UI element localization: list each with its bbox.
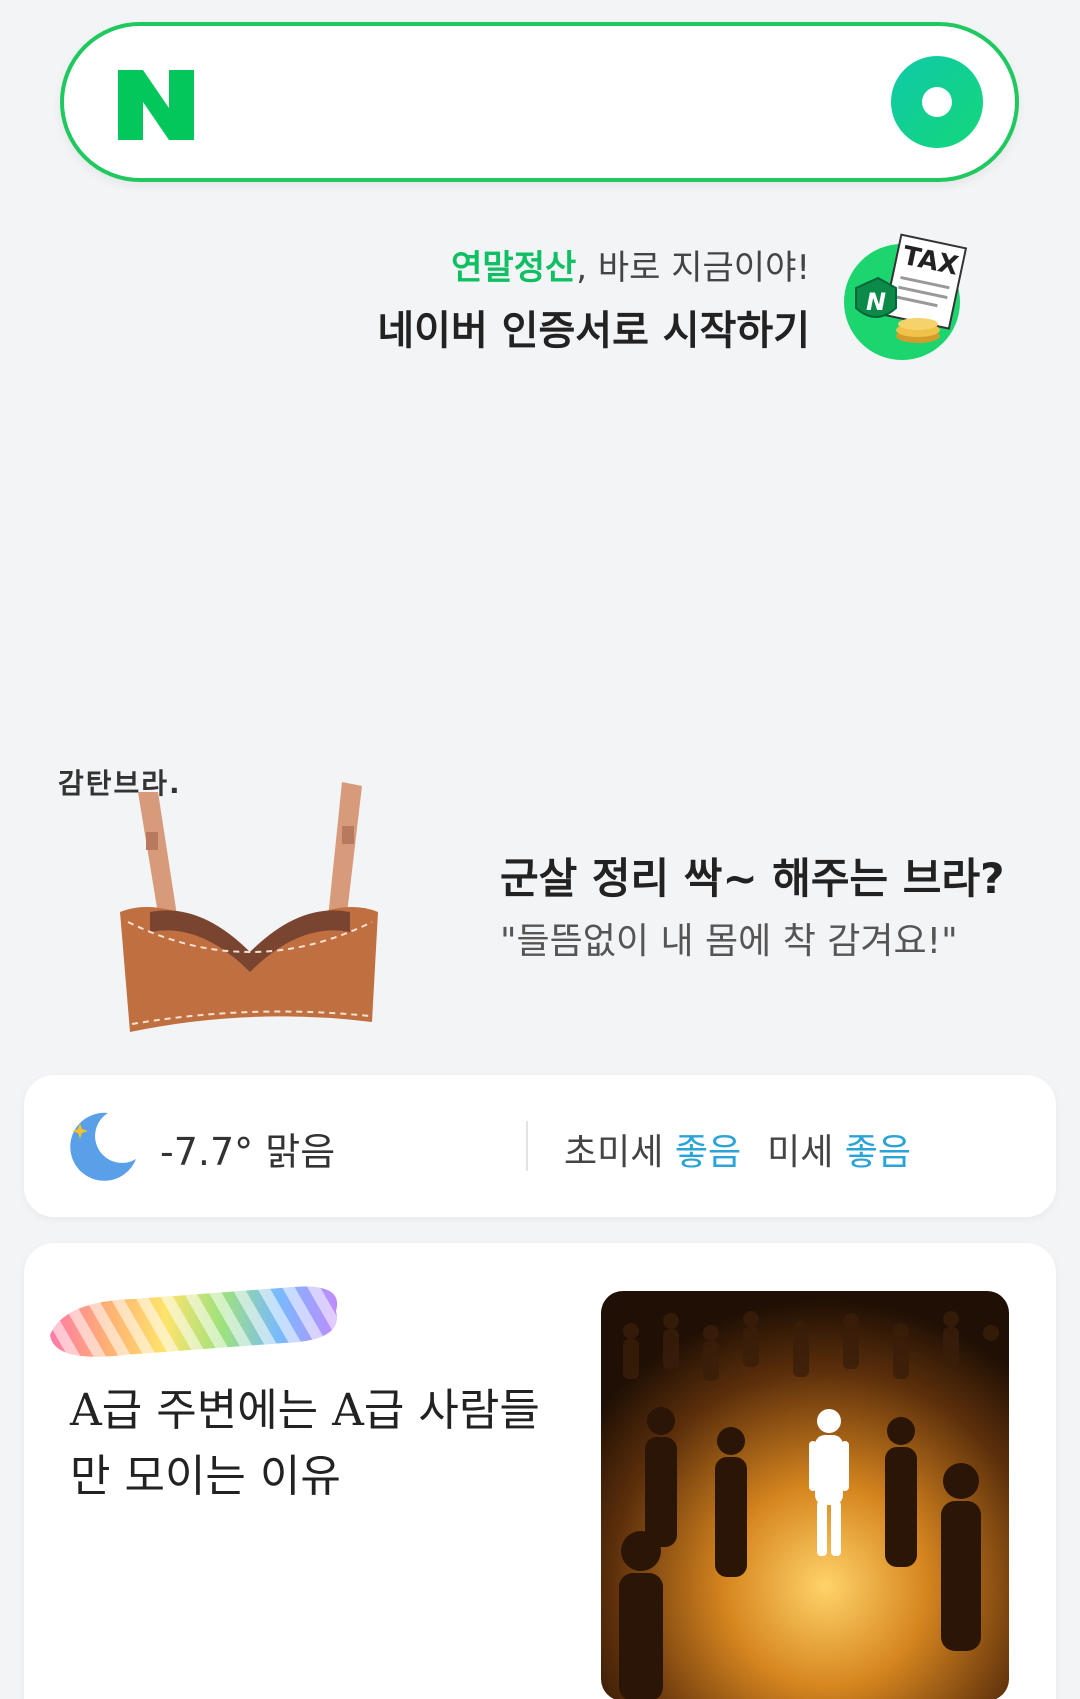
search-button-hole-icon [922, 87, 952, 117]
tax-promo-line2: 네이버 인증서로 시작하기 [377, 308, 810, 354]
weather-divider [526, 1121, 528, 1171]
tax-promo-line1: 연말정산, 바로 지금이야! [451, 248, 810, 288]
search-bar[interactable] [60, 22, 1019, 182]
svg-text:N: N [866, 288, 886, 316]
search-input[interactable] [224, 66, 864, 138]
ad-subtitle: "들뜸없이 내 몸에 착 감겨요!" [500, 921, 958, 962]
crescent-moon-icon [70, 1112, 136, 1181]
news-thumbnail-image[interactable] [601, 1291, 1009, 1699]
green-dot-search-button[interactable] [891, 56, 983, 148]
ad-title[interactable]: 군살 정리 싹~ 해주는 브라? [500, 845, 1004, 906]
bra-product-image[interactable] [110, 772, 390, 1042]
naver-home: 연말정산, 바로 지금이야! 네이버 인증서로 시작하기 TAX N 감탄브라. [0, 0, 1080, 1699]
news-title[interactable]: A급 주변에는 A급 사람들만 모이는 이유 [70, 1378, 570, 1510]
tax-document-icon: TAX N [844, 233, 968, 360]
news-card[interactable]: A급 주변에는 A급 사람들만 모이는 이유 [24, 1243, 1056, 1699]
naver-logo-icon[interactable] [118, 70, 194, 140]
news-source-logo [50, 1286, 338, 1357]
tax-promo-banner[interactable]: 연말정산, 바로 지금이야! 네이버 인증서로 시작하기 TAX N [300, 232, 980, 362]
dust-status: 초미세 좋음 미세 좋음 [564, 1132, 912, 1173]
temperature-text: -7.7° 맑음 [160, 1130, 336, 1174]
weather-widget[interactable]: -7.7° 맑음 초미세 좋음 미세 좋음 [24, 1075, 1056, 1217]
